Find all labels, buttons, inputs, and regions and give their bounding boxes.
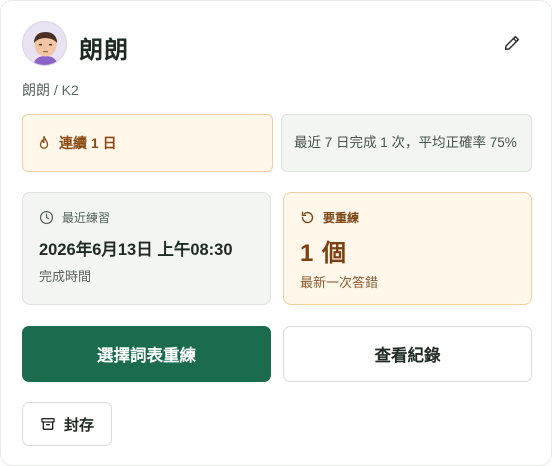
flame-icon [39, 135, 49, 149]
pencil-icon [504, 35, 520, 51]
edit-button[interactable] [500, 31, 524, 55]
weekly-summary: 最近 7 日完成 1 次，平均正確率 75% [281, 114, 532, 172]
retrain-label: 要重練 [323, 211, 360, 225]
archive-label: 封存 [63, 416, 94, 434]
retrain-card: 要重練 1 個 最新一次答錯 [283, 192, 532, 305]
retrain-caption: 最新一次答錯 [300, 275, 379, 290]
streak-badge: 連續 1 日 [22, 114, 273, 172]
avatar [22, 21, 67, 66]
recent-practice-card: 最近練習 2026年6月13日 上午08:30 完成時間 [22, 192, 271, 305]
recent-practice-label: 最近練習 [62, 211, 111, 225]
clock-icon [39, 210, 54, 225]
view-records-button[interactable]: 查看紀錄 [283, 326, 532, 382]
avatar-illustration [23, 22, 66, 65]
retrain-count: 1 個 [300, 240, 348, 267]
refresh-icon [301, 211, 314, 224]
weekly-summary-text: 最近 7 日完成 1 次，平均正確率 75% [294, 135, 517, 150]
student-name: 朗朗 [79, 37, 129, 64]
student-card: 朗朗 朗朗 / K2 連續 1 日 最近 7 日完成 1 次，平均正確率 75%… [0, 0, 552, 466]
choose-wordlist-retrain-button[interactable]: 選擇詞表重練 [22, 326, 271, 382]
recent-practice-datetime: 2026年6月13日 上午08:30 [39, 241, 233, 259]
breadcrumb: 朗朗 / K2 [22, 82, 79, 98]
recent-practice-caption: 完成時間 [39, 269, 92, 284]
archive-button[interactable]: 封存 [22, 402, 112, 446]
archive-box-icon [41, 418, 55, 430]
streak-label: 連續 1 日 [59, 135, 117, 151]
